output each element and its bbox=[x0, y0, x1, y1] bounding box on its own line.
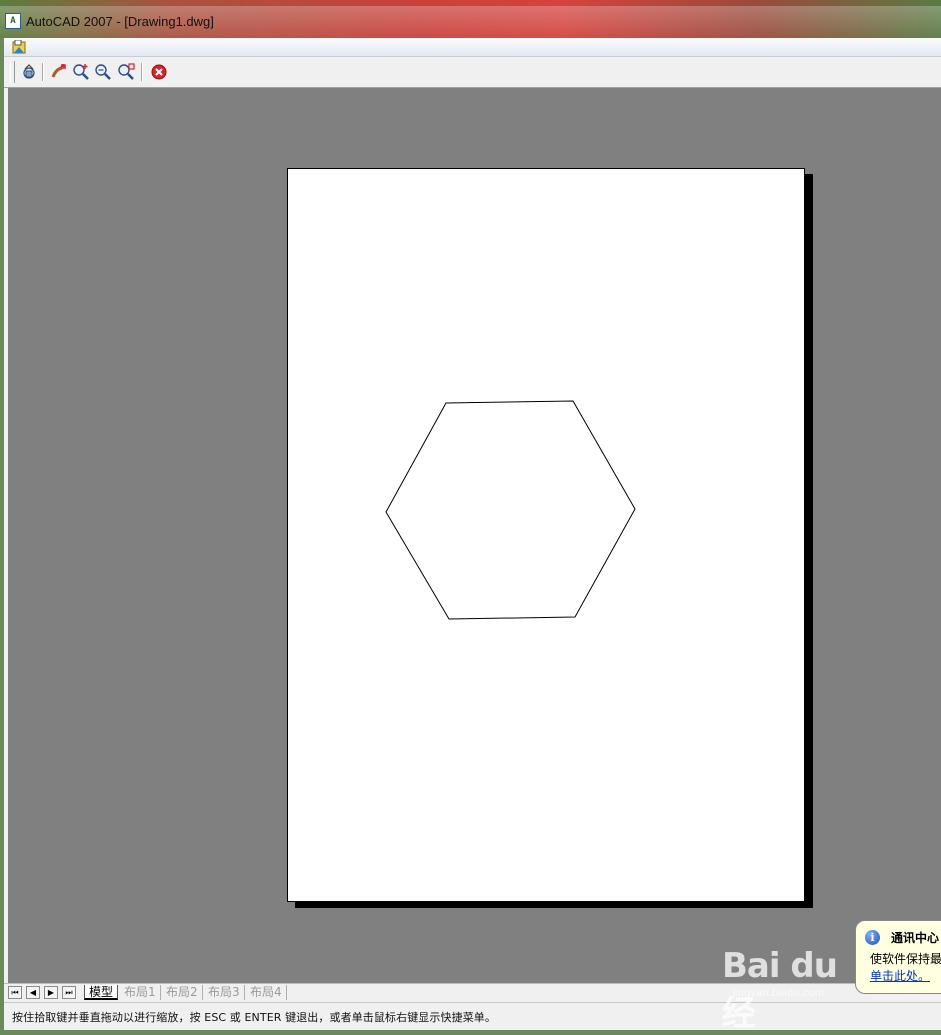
menu-bar bbox=[4, 38, 941, 57]
tab-layout2[interactable]: 布局2 bbox=[162, 985, 203, 1000]
communication-center-balloon[interactable]: i 通讯中心 使软件保持最 单击此处。 bbox=[855, 920, 941, 994]
tab-layout1[interactable]: 布局1 bbox=[120, 985, 161, 1000]
info-icon: i bbox=[865, 930, 880, 945]
last-tab-button[interactable]: ⏭ bbox=[62, 986, 76, 999]
previous-tab-button[interactable]: ◀ bbox=[26, 986, 40, 999]
toolbar-separator bbox=[141, 63, 143, 81]
autocad-app-icon[interactable]: A bbox=[5, 13, 21, 29]
zoom-extents-icon[interactable] bbox=[117, 63, 135, 81]
balloon-title: 通讯中心 bbox=[891, 931, 940, 945]
tab-layout3[interactable]: 布局3 bbox=[204, 985, 245, 1000]
pan-icon[interactable] bbox=[20, 63, 38, 81]
preview-toolbar bbox=[4, 57, 941, 88]
close-preview-icon[interactable] bbox=[150, 63, 168, 81]
layout-tab-strip: ⏮ ◀ ▶ ⏭ 模型 布局1 布局2 布局3 布局4 bbox=[4, 983, 941, 1002]
status-prompt: 按住拾取键并垂直拖动以进行缩放，按 ESC 或 ENTER 键退出，或者单击鼠标… bbox=[12, 1011, 496, 1024]
title-bar: A AutoCAD 2007 - [Drawing1.dwg] bbox=[0, 0, 941, 38]
hexagon-shape bbox=[385, 400, 636, 620]
next-tab-button[interactable]: ▶ bbox=[44, 986, 58, 999]
zoom-realtime-icon[interactable] bbox=[50, 63, 68, 81]
paper-sheet bbox=[287, 168, 805, 902]
application-frame: ⏮ ◀ ▶ ⏭ 模型 布局1 布局2 布局3 布局4 按住拾取键并垂直拖动以进行… bbox=[4, 38, 941, 1030]
tab-model[interactable]: 模型 bbox=[84, 985, 119, 1000]
status-bar: 按住拾取键并垂直拖动以进行缩放，按 ESC 或 ENTER 键退出，或者单击鼠标… bbox=[4, 1002, 941, 1030]
window-title: AutoCAD 2007 - [Drawing1.dwg] bbox=[26, 14, 214, 29]
zoom-previous-icon[interactable] bbox=[94, 63, 112, 81]
tab-layout4[interactable]: 布局4 bbox=[246, 985, 287, 1000]
balloon-body: 使软件保持最 bbox=[870, 952, 941, 966]
zoom-window-icon[interactable] bbox=[72, 63, 90, 81]
toolbar-grip[interactable] bbox=[10, 61, 15, 83]
drawing-canvas bbox=[385, 400, 636, 620]
document-icon[interactable] bbox=[12, 40, 26, 54]
balloon-link[interactable]: 单击此处。 bbox=[870, 967, 930, 984]
first-tab-button[interactable]: ⏮ bbox=[8, 986, 22, 999]
drawing-viewport[interactable] bbox=[8, 88, 941, 983]
toolbar-separator bbox=[42, 63, 44, 81]
